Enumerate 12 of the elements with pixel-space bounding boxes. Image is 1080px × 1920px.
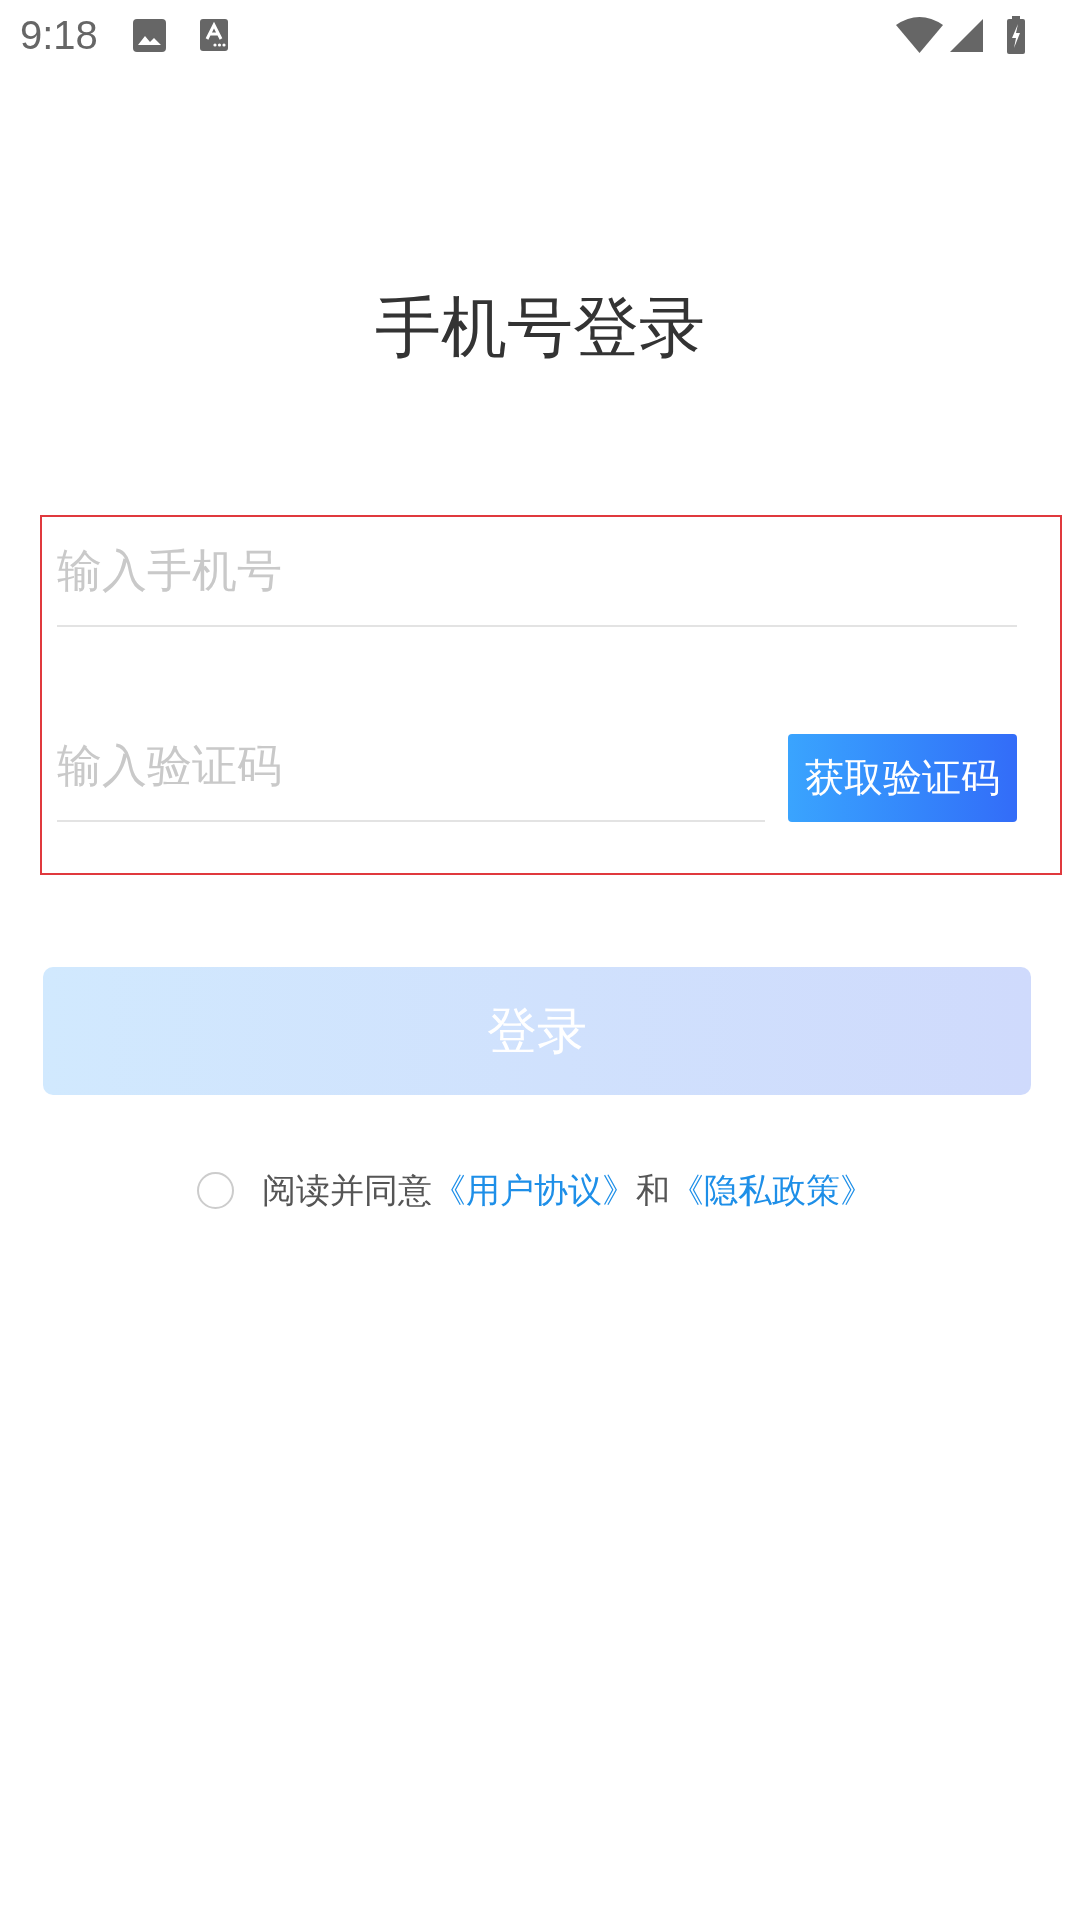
page-title: 手机号登录: [375, 289, 705, 366]
letter-a-icon: [199, 19, 228, 51]
agreement-link[interactable]: 《用户协议》: [431, 1171, 636, 1209]
agreement-link[interactable]: 《隐私政策》: [669, 1171, 874, 1209]
signal-icon: [950, 18, 983, 52]
status-time: 9:18: [20, 12, 98, 58]
agreement-text: 阅读并同意《用户协议》和《隐私政策》: [261, 1170, 874, 1211]
agree-checkbox[interactable]: [196, 1171, 234, 1209]
wifi-icon: [896, 17, 943, 53]
get-code-button[interactable]: 获取验证码: [788, 734, 1017, 822]
battery-charging-icon: [1007, 16, 1025, 54]
image-icon: [132, 18, 166, 52]
